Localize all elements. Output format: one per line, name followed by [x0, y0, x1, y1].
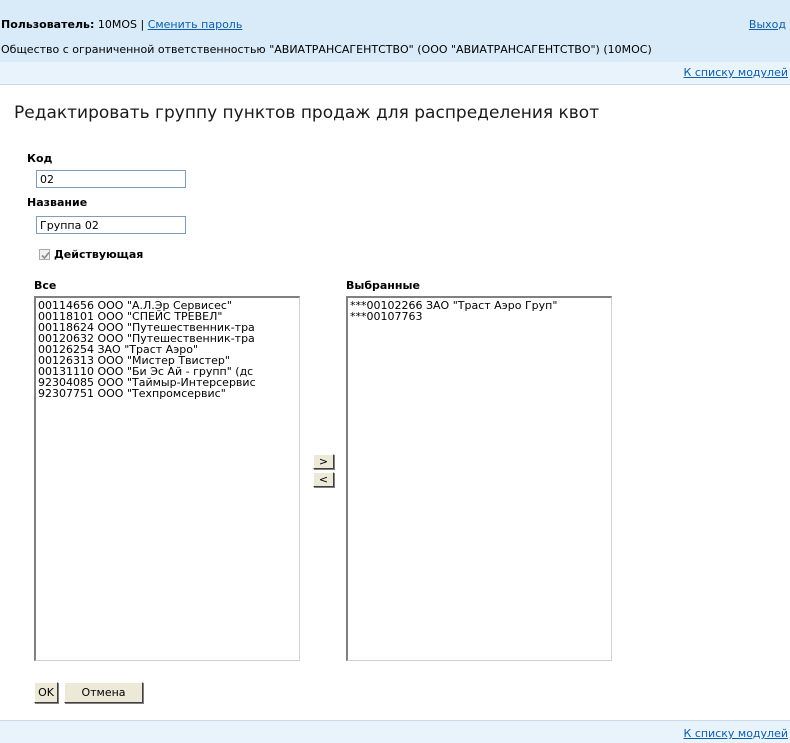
all-list-label: Все [34, 279, 57, 292]
logout-link[interactable]: Выход [749, 18, 786, 31]
footer-modules-list-link[interactable]: К списку модулей [684, 727, 788, 740]
user-row: Пользователь: 10MOS | Сменить пароль Вых… [1, 18, 790, 36]
cancel-button[interactable]: Отмена [64, 682, 143, 703]
checkmark-icon [41, 251, 50, 260]
footer-bar: К списку модулей [0, 720, 790, 743]
all-items-listbox[interactable]: 00114656 ООО "А.Л.Эр Сервисес" 00118101 О… [34, 296, 300, 661]
list-option[interactable]: ***00107763 [350, 311, 609, 322]
ok-button[interactable]: OK [34, 682, 58, 703]
organization-name: Общество с ограниченной ответственностью… [1, 43, 652, 56]
active-label: Действующая [54, 248, 144, 261]
name-input[interactable] [36, 216, 186, 234]
user-value: 10MOS | [94, 18, 148, 31]
active-checkbox[interactable] [39, 249, 50, 260]
name-label: Название [27, 196, 88, 209]
selected-items-listbox[interactable]: ***00102266 ЗАО "Траст Аэро Груп" ***0010… [346, 296, 612, 661]
header-bar: Пользователь: 10MOS | Сменить пароль Вых… [0, 0, 790, 62]
selected-list-label: Выбранные [346, 279, 420, 292]
list-option[interactable]: 92307751 ООО "Техпромсервис" [38, 388, 297, 399]
move-right-button[interactable]: > [313, 454, 334, 469]
page-title: Редактировать группу пунктов продаж для … [14, 103, 600, 123]
modules-list-link[interactable]: К списку модулей [684, 66, 788, 79]
move-left-button[interactable]: < [313, 472, 334, 487]
change-password-link[interactable]: Сменить пароль [148, 18, 243, 31]
user-label: Пользователь: [1, 18, 95, 31]
modules-bar: К списку модулей [0, 62, 790, 85]
code-label: Код [27, 152, 53, 165]
code-input[interactable] [36, 170, 186, 188]
